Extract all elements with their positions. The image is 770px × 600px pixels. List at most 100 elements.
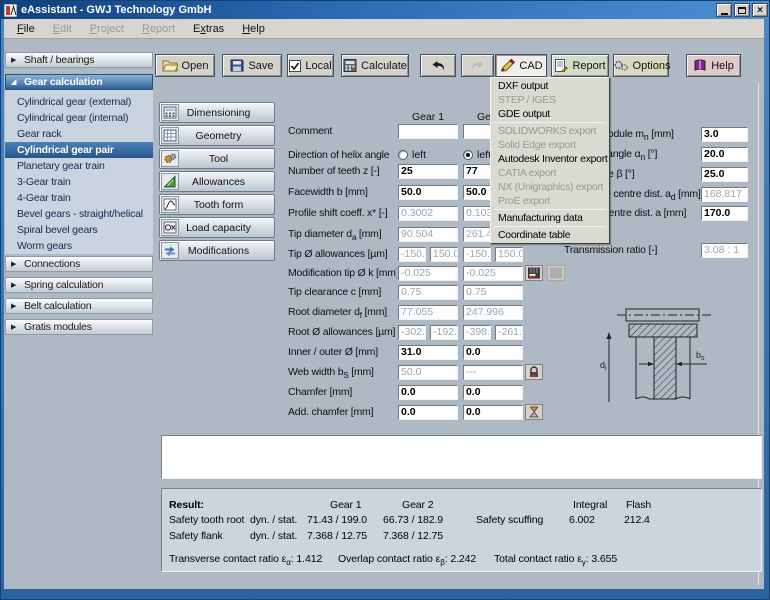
radio-gear1-left[interactable]: [398, 150, 408, 160]
section-button-allowances[interactable]: Allowances: [159, 171, 275, 192]
field-gear2-root-diameter-d[interactable]: 247.996: [463, 305, 523, 320]
sidebar-item-3-gear-train[interactable]: 3-Gear train: [5, 174, 153, 190]
field-gear2-web-width-b[interactable]: ---: [463, 365, 523, 380]
field-gear1-modification-tip-k-mm[interactable]: -0.025: [398, 266, 458, 281]
field-reference-centre-dist-a[interactable]: 168.817: [701, 187, 748, 202]
field-gear1-tip-clearance-c-mm[interactable]: 0.75: [398, 285, 458, 300]
sidebar-item-4-gear-train[interactable]: 4-Gear train: [5, 190, 153, 206]
field-gear2-inner-outer-mm[interactable]: 0.0: [463, 345, 523, 360]
label-facewidth-b-mm: Facewidth b [mm]: [288, 186, 397, 199]
field-gear1-number-of-teeth-z[interactable]: 25: [398, 164, 458, 179]
field-gear2-modification-tip-k-mm[interactable]: -0.025: [463, 266, 523, 281]
field-gear1-inner-outer-mm[interactable]: 31.0: [398, 345, 458, 360]
sidebar-item-cylindrical-gear-external[interactable]: Cylindrical gear (external): [5, 94, 153, 110]
field-gear1a[interactable]: -302.2: [398, 325, 426, 340]
open-button[interactable]: Open: [155, 54, 215, 77]
field-gear2-tip-clearance-c-mm[interactable]: 0.75: [463, 285, 523, 300]
sidebar-group-spring-calculation[interactable]: ▶Spring calculation: [5, 277, 153, 293]
section-button-modifications[interactable]: Modifications: [159, 240, 275, 261]
cad-menu-item-gde-output[interactable]: GDE output: [491, 107, 609, 121]
sidebar-item-gear-rack[interactable]: Gear rack: [5, 126, 153, 142]
field-gear2a[interactable]: -398.3: [463, 325, 491, 340]
sidebar-item-spiral-bevel-gears[interactable]: Spiral bevel gears: [5, 222, 153, 238]
local-checkbox-label: Local: [305, 60, 331, 72]
sidebar-group-shaft-bearings[interactable]: ▶Shaft / bearings: [5, 52, 153, 68]
calc-small-disabled-icon[interactable]: [547, 265, 565, 281]
menu-extras[interactable]: Extras: [184, 23, 233, 35]
results-col-flash: Flash: [626, 499, 651, 511]
field-gear1-root-diameter-d[interactable]: 77.055: [398, 305, 458, 320]
save-button[interactable]: Save: [222, 54, 282, 77]
svg-text:di: di: [600, 360, 607, 372]
minimize-button[interactable]: [716, 3, 732, 17]
cad-menu-item-proe-export: ProE export: [491, 194, 609, 208]
menu-report[interactable]: Report: [133, 23, 184, 35]
sidebar-item-cylindrical-gear-internal[interactable]: Cylindrical gear (internal): [5, 110, 153, 126]
field-gear1-add-chamfer-mm[interactable]: 0.0: [398, 405, 458, 420]
field-gear1b[interactable]: -192.3: [430, 325, 458, 340]
menu-edit[interactable]: Edit: [44, 23, 81, 35]
comment-info-box[interactable]: [161, 435, 762, 479]
field-working-centre-dist-a-mm[interactable]: 170.0: [701, 206, 748, 221]
section-label: Tool: [179, 153, 274, 165]
contact-ratio-1: Overlap contact ratio εβ: 2.242: [338, 553, 476, 567]
redo-button[interactable]: [461, 54, 494, 77]
field-gear1b[interactable]: 150.0: [430, 247, 458, 262]
cad-menu-item-manufacturing-data[interactable]: Manufacturing data: [491, 211, 609, 225]
sidebar-group-label: Shaft / bearings: [24, 54, 94, 66]
save-disk-icon: [230, 59, 244, 72]
menu-file[interactable]: File: [8, 23, 44, 35]
field-gear2-add-chamfer-mm[interactable]: 0.0: [463, 405, 523, 420]
close-button[interactable]: ×: [752, 3, 768, 17]
section-button-geometry[interactable]: Geometry: [159, 125, 275, 146]
field-gear2b[interactable]: 150.0: [495, 247, 523, 262]
field-gear1-tip-diameter-d[interactable]: 90.504: [398, 227, 458, 242]
field-gear2b[interactable]: -261.0: [495, 325, 523, 340]
calculate-button[interactable]: Calculate: [341, 54, 409, 77]
sidebar-item-worm-gears[interactable]: Worm gears: [5, 238, 153, 254]
field-pressure-angle[interactable]: 20.0: [701, 147, 748, 162]
field-gear1-profile-shift-coeff-x[interactable]: 0.3002: [398, 206, 458, 221]
undo-button[interactable]: [420, 54, 456, 77]
sidebar-item-planetary-gear-train[interactable]: Planetary gear train: [5, 158, 153, 174]
sidebar-group-gratis-modules[interactable]: ▶Gratis modules: [5, 319, 153, 335]
tooth-form-icon: [161, 196, 179, 213]
local-checkbox-button[interactable]: Local: [287, 54, 334, 77]
field-gear2a[interactable]: -150.0: [463, 247, 491, 262]
section-button-tooth-form[interactable]: Tooth form: [159, 194, 275, 215]
field-normal-module-m[interactable]: 3.0: [701, 127, 748, 142]
calc-small-icon[interactable]: [525, 265, 543, 281]
sidebar-group-belt-calculation[interactable]: ▶Belt calculation: [5, 298, 153, 314]
section-button-dimensioning[interactable]: Dimensioning: [159, 102, 275, 123]
maximize-button[interactable]: [734, 3, 750, 17]
field-gear1-web-width-b[interactable]: 50.0: [398, 365, 458, 380]
field-gear1-chamfer-mm[interactable]: 0.0: [398, 385, 458, 400]
cad-menu-item-autodesk-inventor-export[interactable]: Autodesk Inventor export: [491, 152, 609, 166]
title-bar[interactable]: eAssistant - GWJ Technology GmbH ×: [1, 1, 770, 19]
sidebar-group-gear-calculation[interactable]: ◢Gear calculation: [5, 74, 153, 90]
radio-gear2-left[interactable]: [463, 150, 473, 160]
section-button-load-capacity[interactable]: Load capacity: [159, 217, 275, 238]
sidebar-group-connections[interactable]: ▶Connections: [5, 256, 153, 272]
help-button[interactable]: Help: [686, 54, 741, 77]
menu-project[interactable]: Project: [81, 23, 133, 35]
field-gear1a[interactable]: -150.0: [398, 247, 426, 262]
sidebar-item-bevel-gears-straight-helical[interactable]: Bevel gears - straight/helical: [5, 206, 153, 222]
sidebar-item-cylindrical-gear-pair[interactable]: Cylindrical gear pair: [5, 142, 153, 158]
section-button-tool[interactable]: Tool: [159, 148, 275, 169]
report-button[interactable]: Report: [551, 54, 609, 77]
lock-icon[interactable]: [525, 364, 543, 380]
section-label: Modifications: [179, 245, 274, 257]
field-gear2-chamfer-mm[interactable]: 0.0: [463, 385, 523, 400]
options-button[interactable]: Options: [613, 54, 669, 77]
menu-help[interactable]: Help: [233, 23, 274, 35]
cad-menu-item-dxf-output[interactable]: DXF output: [491, 79, 609, 93]
svg-text:bs: bs: [696, 350, 705, 362]
field-gear1-comment[interactable]: [398, 124, 458, 139]
field-gear1-facewidth-b-mm[interactable]: 50.0: [398, 185, 458, 200]
field-transmission-ratio[interactable]: 3.08 : 1: [701, 243, 748, 258]
chamfer-icon[interactable]: [525, 404, 543, 420]
cad-button[interactable]: CAD: [495, 54, 547, 77]
cad-menu-item-coordinate-table[interactable]: Coordinate table: [491, 228, 609, 242]
field-helix-angle[interactable]: 25.0: [701, 167, 748, 182]
